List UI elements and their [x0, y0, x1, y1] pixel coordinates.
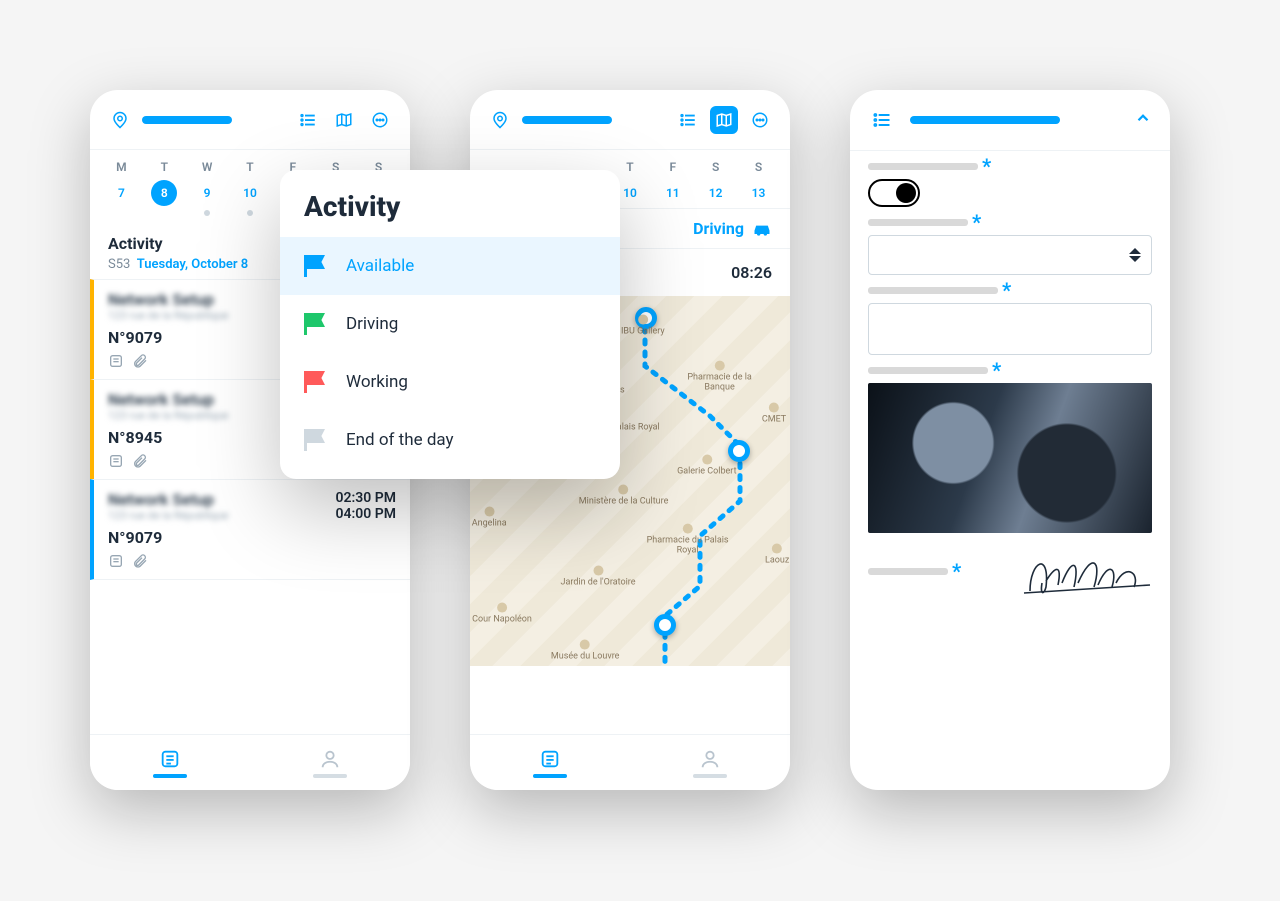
- activity-option-driving[interactable]: Driving: [280, 295, 620, 353]
- map-icon[interactable]: [330, 106, 358, 134]
- flag-icon: [304, 371, 328, 393]
- field-image: *: [850, 355, 1170, 533]
- more-icon[interactable]: [366, 106, 394, 134]
- calendar-day[interactable]: S13: [743, 160, 773, 206]
- title-placeholder: [522, 116, 612, 124]
- map-poi[interactable]: Cour Napoléon: [472, 603, 532, 626]
- calendar-day[interactable]: W9: [192, 160, 222, 216]
- list-icon[interactable]: [294, 106, 322, 134]
- more-icon[interactable]: [746, 106, 774, 134]
- map-poi[interactable]: Galerie Colbert: [677, 455, 736, 478]
- tab-activity[interactable]: [470, 735, 630, 790]
- field-select: *: [850, 207, 1170, 275]
- map-poi[interactable]: Pharmacie du Palais Royal: [636, 524, 738, 557]
- form-title-placeholder: [910, 116, 1060, 124]
- map-poi[interactable]: Angelina: [472, 507, 507, 530]
- map-poi[interactable]: Laouz: [765, 544, 789, 567]
- list-icon[interactable]: [868, 106, 896, 134]
- location-pin-icon[interactable]: [486, 106, 514, 134]
- activity-option-available[interactable]: Available: [280, 237, 620, 295]
- calendar-day[interactable]: T10: [235, 160, 265, 216]
- calendar-day[interactable]: F11: [658, 160, 688, 206]
- field-toggle: *: [850, 151, 1170, 207]
- map-poi[interactable]: IBU Gallery: [621, 314, 665, 337]
- calendar-day[interactable]: M7: [106, 160, 136, 216]
- flag-icon: [304, 313, 328, 335]
- flag-icon: [304, 429, 328, 451]
- phone-form: * * * * *: [850, 90, 1170, 790]
- activity-popup: Activity AvailableDrivingWorkingEnd of t…: [280, 170, 620, 479]
- text-input[interactable]: [868, 303, 1152, 355]
- chevron-up-icon[interactable]: [1134, 109, 1152, 131]
- location-pin-icon[interactable]: [106, 106, 134, 134]
- tab-profile[interactable]: [250, 735, 410, 790]
- map-poi[interactable]: Musée du Louvre: [551, 640, 620, 663]
- flag-icon: [304, 255, 328, 277]
- header: [90, 90, 410, 150]
- form-header: [850, 90, 1170, 151]
- note-icon: [108, 553, 124, 569]
- attachment-icon: [132, 353, 148, 369]
- calendar-day[interactable]: S12: [701, 160, 731, 206]
- map-poi[interactable]: Ministère de la Culture: [579, 484, 669, 507]
- car-icon: [752, 221, 772, 237]
- field-text: *: [850, 275, 1170, 355]
- popup-title: Activity: [304, 190, 620, 223]
- calendar-day[interactable]: T8: [149, 160, 179, 216]
- note-icon: [108, 453, 124, 469]
- attachment-icon: [132, 453, 148, 469]
- toggle-switch[interactable]: [868, 179, 920, 207]
- select-dropdown[interactable]: [868, 235, 1152, 275]
- map-poi[interactable]: Jardin de l'Oratoire: [560, 566, 635, 589]
- bottom-nav: [90, 734, 410, 790]
- map-poi[interactable]: CMET: [762, 403, 786, 426]
- activity-option-end-of-the-day[interactable]: End of the day: [280, 411, 620, 469]
- field-signature: *: [850, 533, 1170, 599]
- job-card[interactable]: Network Setup 123 rue de la République N…: [90, 479, 410, 580]
- uploaded-image[interactable]: [868, 383, 1152, 533]
- bottom-nav: [470, 734, 790, 790]
- note-icon: [108, 353, 124, 369]
- activity-option-working[interactable]: Working: [280, 353, 620, 411]
- map-poi[interactable]: Pharmacie de la Banque: [684, 361, 754, 394]
- attachment-icon: [132, 553, 148, 569]
- tab-profile[interactable]: [630, 735, 790, 790]
- header: [470, 90, 790, 150]
- list-icon[interactable]: [674, 106, 702, 134]
- title-placeholder: [142, 116, 232, 124]
- map-icon[interactable]: [710, 106, 738, 134]
- tab-activity[interactable]: [90, 735, 250, 790]
- signature-image[interactable]: [1022, 543, 1152, 599]
- waypoint-3[interactable]: [654, 614, 676, 636]
